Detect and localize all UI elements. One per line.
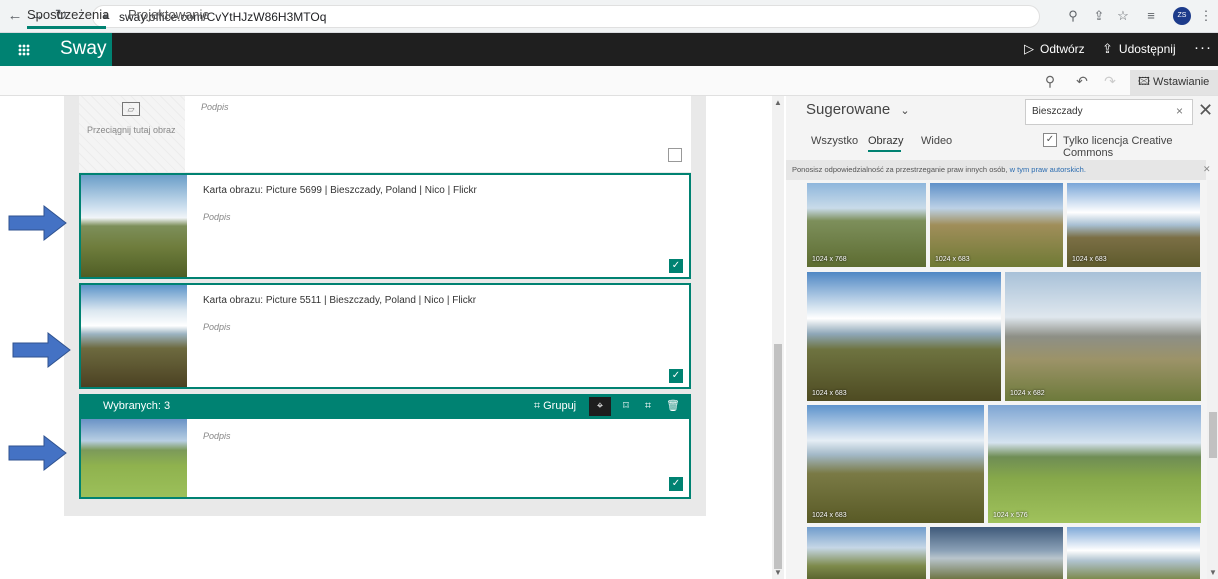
image-dimensions: 1024 x 768 [812,256,847,263]
back-icon[interactable]: ← [6,7,24,25]
bookmark-star-icon[interactable]: ☆ [1114,7,1132,25]
undo-icon[interactable]: ↶ [1073,73,1091,91]
tab-insights[interactable]: Spostrzeżenia [27,7,109,22]
image-result[interactable]: 1024 x 683 [807,405,984,523]
image-result[interactable]: 1024 x 683 [930,183,1063,267]
search-value: Bieszczady [1032,106,1083,117]
drop-hint: Przeciągnij tutaj obraz [87,125,176,135]
fit-icon[interactable]: ⌗ [639,397,657,416]
image-drop-zone[interactable]: ▱ Przeciągnij tutaj obraz [79,96,185,172]
card-title: Karta obrazu: Picture 5699 | Bieszczady,… [203,185,477,196]
group-icon: ⌗ [533,400,544,412]
arrow-annotation [8,434,67,472]
notice-close-icon[interactable]: ✕ [1203,164,1211,175]
delete-icon[interactable]: 🗑︎ [665,397,681,416]
image-icon: ▱ [122,102,140,116]
arrow-annotation [12,331,71,369]
image-result[interactable]: 1024 x 768 [807,183,926,267]
insert-icon: 🖾 [1138,76,1154,88]
group-button[interactable]: ⌗ Grupuj [527,397,583,416]
image-result[interactable]: 1024 x 683 [807,272,1001,401]
scroll-down-icon[interactable]: ▼ [1209,568,1217,577]
creative-commons-label: Tylko licencja Creative Commons [1063,135,1173,159]
focus-point-icon[interactable]: ⌖ [589,397,611,416]
notice-text: Ponosisz odpowiedzialność za przestrzega… [792,165,1008,174]
sway-top-bar: Sway ▷ Odtwórz ⇪ Udostępnij ··· [0,33,1218,66]
image-result[interactable]: 1024 x 576 [988,405,1201,523]
results-scrollbar[interactable] [1207,180,1218,579]
copyright-notice: Ponosisz odpowiedzialność za przestrzega… [786,160,1206,180]
caption-field[interactable]: Podpis [201,102,229,112]
image-card[interactable]: Podpis ✓ [79,419,691,499]
creative-commons-checkbox[interactable]: ✓ [1043,133,1057,147]
image-dimensions: 1024 x 576 [993,512,1028,519]
filter-tab-video[interactable]: Wideo [921,135,952,147]
play-button[interactable]: ▷ Odtwórz [1024,41,1085,57]
filter-tab-images[interactable]: Obrazy [868,135,903,147]
image-result[interactable] [930,527,1063,579]
image-card[interactable]: Karta obrazu: Picture 5699 | Bieszczady,… [79,173,691,279]
image-result[interactable] [1067,527,1200,579]
active-tab-underline [27,26,106,29]
image-result[interactable] [807,527,926,579]
image-placeholder-card[interactable]: ▱ Przeciągnij tutaj obraz Podpis [79,96,691,172]
close-panel-icon[interactable]: ✕ [1198,100,1213,121]
select-checkbox[interactable] [668,148,682,162]
reading-list-icon[interactable]: ≡ [1142,7,1160,25]
copyright-link[interactable]: w tym praw autorskich. [1010,165,1086,174]
card-title: Karta obrazu: Picture 5511 | Bieszczady,… [203,295,477,306]
image-card[interactable]: Karta obrazu: Picture 5511 | Bieszczady,… [79,283,691,389]
caption-field[interactable]: Podpis [203,431,231,441]
address-bar[interactable]: 🔒︎ sway.office.com/CvYtHJzW86H3MTOq [92,5,1040,28]
image-dimensions: 1024 x 682 [1010,390,1045,397]
card-image[interactable] [81,419,187,497]
caption-field[interactable]: Podpis [203,212,231,222]
scrollbar-thumb[interactable] [774,344,782,569]
scroll-up-icon[interactable]: ▲ [774,98,782,107]
arrow-annotation [8,204,67,242]
insert-button[interactable]: 🖾 Wstawianie [1130,70,1218,95]
crop-icon[interactable]: ⌑ [617,397,635,416]
more-options-icon[interactable]: ··· [1194,39,1212,56]
share-button[interactable]: ⇪ Udostępnij [1102,41,1176,57]
browser-menu-icon[interactable]: ⋮ [1197,7,1215,25]
share-page-icon[interactable]: ⇪ [1090,7,1108,25]
image-dimensions: 1024 x 683 [812,512,847,519]
sway-brand[interactable]: Sway [48,33,112,66]
ribbon-tabs [0,66,1218,96]
image-dimensions: 1024 x 683 [1072,256,1107,263]
checked-checkbox[interactable]: ✓ [669,369,683,383]
scrollbar-thumb[interactable] [1209,412,1217,458]
zoom-icon[interactable]: ⚲ [1064,7,1082,25]
chevron-down-icon: ⌄ [900,105,910,117]
image-result[interactable]: 1024 x 682 [1005,272,1201,401]
clear-search-icon[interactable]: × [1176,104,1183,118]
play-icon: ▷ [1024,41,1034,56]
card-image[interactable] [81,175,187,277]
search-input[interactable]: Bieszczady × [1025,99,1193,125]
suggested-dropdown[interactable]: Sugerowane ⌄ [806,101,910,118]
checked-checkbox[interactable]: ✓ [669,477,683,491]
card-image[interactable] [81,285,187,387]
image-dimensions: 1024 x 683 [812,390,847,397]
image-result[interactable]: 1024 x 683 [1067,183,1200,267]
share-icon: ⇪ [1102,41,1113,56]
checked-checkbox[interactable]: ✓ [669,259,683,273]
image-dimensions: 1024 x 683 [935,256,970,263]
scroll-down-icon[interactable]: ▼ [774,568,782,577]
tab-design[interactable]: Projektowanie [128,7,210,22]
active-filter-underline [868,150,901,152]
search-icon[interactable]: ⚲ [1041,73,1059,91]
app-launcher-icon[interactable] [0,33,48,66]
filter-tab-all[interactable]: Wszystko [811,135,858,147]
selected-count: Wybranych: 3 [103,400,171,412]
caption-field[interactable]: Podpis [203,322,231,332]
profile-avatar[interactable]: ZS [1173,7,1191,25]
redo-icon[interactable]: ↷ [1101,73,1119,91]
selection-toolbar: Wybranych: 3 ⌗ Grupuj ⌖ ⌑ ⌗ 🗑︎ [79,394,691,419]
